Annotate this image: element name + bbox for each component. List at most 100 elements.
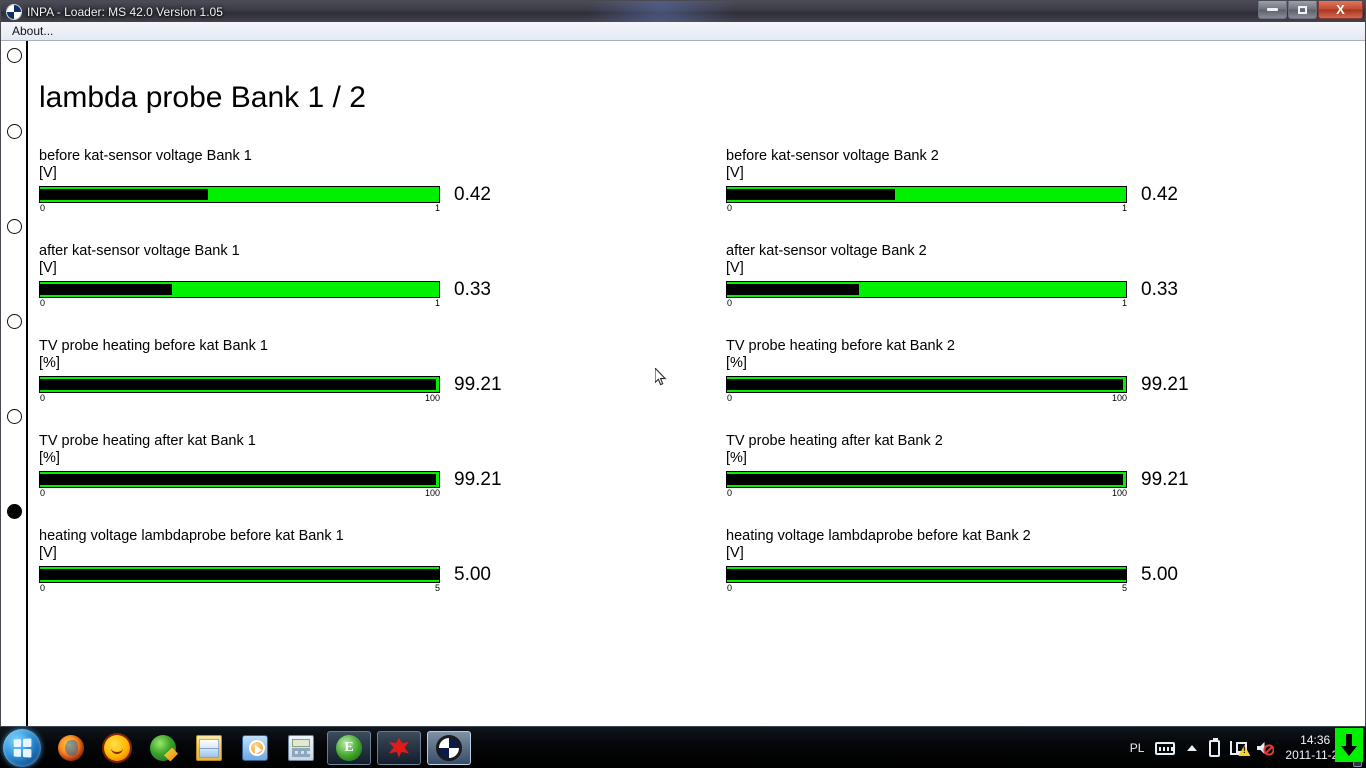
page-title: lambda probe Bank 1 / 2 — [39, 81, 366, 114]
keyboard-language-indicator[interactable]: PL — [1130, 741, 1145, 755]
sun-icon — [104, 734, 130, 761]
gauge-bar-track — [39, 470, 440, 488]
client-area: lambda probe Bank 1 / 2 before kat-senso… — [1, 41, 1365, 726]
gauge-bar-wrap: 0 1 — [726, 185, 1127, 215]
taskbar-item-calculator[interactable] — [281, 731, 321, 765]
gauge-scale-max: 100 — [424, 392, 440, 403]
gauge-bar-fill — [40, 188, 208, 200]
taskbar-item-media-player[interactable] — [235, 731, 275, 765]
gauge-bar-wrap: 0 100 — [726, 470, 1127, 500]
gauge-tv-probe-heating-after-kat-bank1: TV probe heating after kat Bank 1 [%] 0 — [28, 434, 714, 529]
taskbar-item-inpa[interactable] — [427, 730, 471, 765]
minimize-button[interactable] — [1258, 1, 1287, 19]
gauge-label: TV probe heating after kat Bank 2 — [726, 433, 943, 449]
gauge-row: 0 100 99.21 — [28, 470, 714, 500]
gauge-scale: 0 1 — [726, 203, 1127, 215]
gauge-value: 5.00 — [1141, 563, 1178, 585]
gauge-scale-min: 0 — [727, 297, 733, 308]
gauge-bar-track — [726, 565, 1127, 583]
gauge-row: 0 5 5.00 — [715, 563, 1365, 595]
gauge-bar-track — [39, 280, 440, 298]
network-warning-icon[interactable] — [1230, 741, 1248, 755]
gauge-label: before kat-sensor voltage Bank 2 — [726, 148, 939, 164]
taskbar-item-firefox[interactable] — [51, 731, 91, 765]
gauge-bar-fill — [40, 568, 439, 580]
page-indicator-dot-4[interactable] — [7, 314, 22, 329]
system-tray: PL 14:36 2011-11-27 — [1124, 727, 1366, 768]
caret-up-icon[interactable] — [1187, 745, 1198, 751]
gauge-value: 99.21 — [454, 373, 502, 395]
gauge-tv-probe-heating-after-kat-bank2: TV probe heating after kat Bank 2 [%] 0 — [715, 434, 1365, 529]
gauge-tv-probe-heating-before-kat-bank2: TV probe heating before kat Bank 2 [%] 0 — [715, 339, 1365, 434]
window-controls: X — [1257, 1, 1363, 20]
gauge-bar-track — [726, 375, 1127, 393]
start-button-icon[interactable] — [3, 728, 41, 767]
gauge-label: TV probe heating after kat Bank 1 — [39, 433, 256, 449]
taskbar-item-red-star[interactable] — [377, 730, 421, 765]
gauge-after-kat-sensor-voltage-bank2: after kat-sensor voltage Bank 2 [V] 0 1 … — [715, 244, 1365, 339]
close-button[interactable]: X — [1318, 1, 1363, 19]
maximize-button[interactable] — [1288, 1, 1317, 19]
gauge-bar-wrap: 0 1 — [39, 280, 440, 310]
taskbar-item-explorer[interactable] — [189, 731, 229, 765]
gauges-panel: lambda probe Bank 1 / 2 before kat-senso… — [28, 41, 1365, 726]
gauge-unit: [%] — [39, 354, 60, 371]
gauge-scale-max: 1 — [434, 202, 440, 213]
gauge-bar-fill — [40, 283, 172, 295]
ediabas-e-icon: E — [336, 734, 362, 761]
gauge-bar-wrap: 0 5 — [726, 565, 1127, 595]
gauge-label: after kat-sensor voltage Bank 2 — [726, 243, 927, 259]
gauge-row: 0 5 5.00 — [28, 563, 714, 595]
gauge-scale-min: 0 — [727, 392, 733, 403]
gauge-label: after kat-sensor voltage Bank 1 — [39, 243, 240, 259]
gauge-bar-fill — [40, 473, 436, 485]
gauge-row: 0 100 99.21 — [715, 375, 1365, 405]
gauge-row: 0 1 0.42 — [715, 183, 1365, 215]
gauge-scale-max: 1 — [1121, 297, 1127, 308]
window-titlebar[interactable]: INPA - Loader: MS 42.0 Version 1.05 X — [1, 1, 1365, 22]
gauge-bar-fill — [727, 473, 1123, 485]
taskbar-item-sun[interactable] — [97, 731, 137, 765]
gauge-value: 0.33 — [454, 278, 491, 300]
gauge-bar-wrap: 0 100 — [39, 375, 440, 405]
gauge-scale-min: 0 — [40, 487, 46, 498]
page-indicator-dot-3[interactable] — [7, 219, 22, 234]
firefox-icon — [58, 734, 84, 761]
gauge-bar-wrap: 0 100 — [39, 470, 440, 500]
battery-icon[interactable] — [1209, 737, 1221, 757]
taskbar-item-globe[interactable] — [143, 731, 183, 765]
gauge-scale-max: 1 — [1121, 202, 1127, 213]
gauge-heating-voltage-lambdaprobe-before-kat-bank2: heating voltage lambdaprobe before kat B… — [715, 529, 1365, 624]
gauge-scale-min: 0 — [40, 202, 46, 213]
page-indicator-dot-5[interactable] — [7, 409, 22, 424]
page-indicator-dot-1[interactable] — [7, 48, 22, 63]
gauge-scale-max: 100 — [1111, 392, 1127, 403]
taskbar-item-ediabas[interactable]: E — [327, 730, 371, 765]
gauge-column-bank1: before kat-sensor voltage Bank 1 [V] 0 1… — [28, 149, 714, 624]
page-indicator-dot-2[interactable] — [7, 124, 22, 139]
gauge-row: 0 1 0.33 — [28, 278, 714, 310]
page-indicator-dot-6[interactable] — [7, 504, 22, 519]
keyboard-icon[interactable] — [1155, 741, 1176, 755]
gauge-scale: 0 1 — [726, 298, 1127, 310]
gauge-value: 0.42 — [1141, 183, 1178, 205]
gauge-unit: [V] — [39, 259, 57, 276]
menu-item-about[interactable]: About... — [4, 23, 61, 40]
gauge-bar-track — [39, 375, 440, 393]
gauge-value: 0.42 — [454, 183, 491, 205]
scroll-down-button[interactable] — [1335, 728, 1363, 762]
gauge-scale: 0 5 — [39, 583, 440, 595]
gauge-before-kat-sensor-voltage-bank1: before kat-sensor voltage Bank 1 [V] 0 1… — [28, 149, 714, 244]
gauge-scale-max: 100 — [1111, 487, 1127, 498]
volume-muted-icon[interactable] — [1256, 740, 1275, 756]
gauge-bar-wrap: 0 5 — [39, 565, 440, 595]
calculator-icon — [288, 734, 314, 761]
gauge-after-kat-sensor-voltage-bank1: after kat-sensor voltage Bank 1 [V] 0 1 … — [28, 244, 714, 339]
gauge-bar-wrap: 0 1 — [726, 280, 1127, 310]
gauge-column-bank2: before kat-sensor voltage Bank 2 [V] 0 1… — [714, 149, 1365, 624]
gauge-value: 5.00 — [454, 563, 491, 585]
gauge-scale-min: 0 — [727, 582, 733, 593]
gauge-bar-fill — [727, 568, 1126, 580]
gauge-bar-track — [726, 470, 1127, 488]
gauge-scale-max: 5 — [434, 582, 440, 593]
